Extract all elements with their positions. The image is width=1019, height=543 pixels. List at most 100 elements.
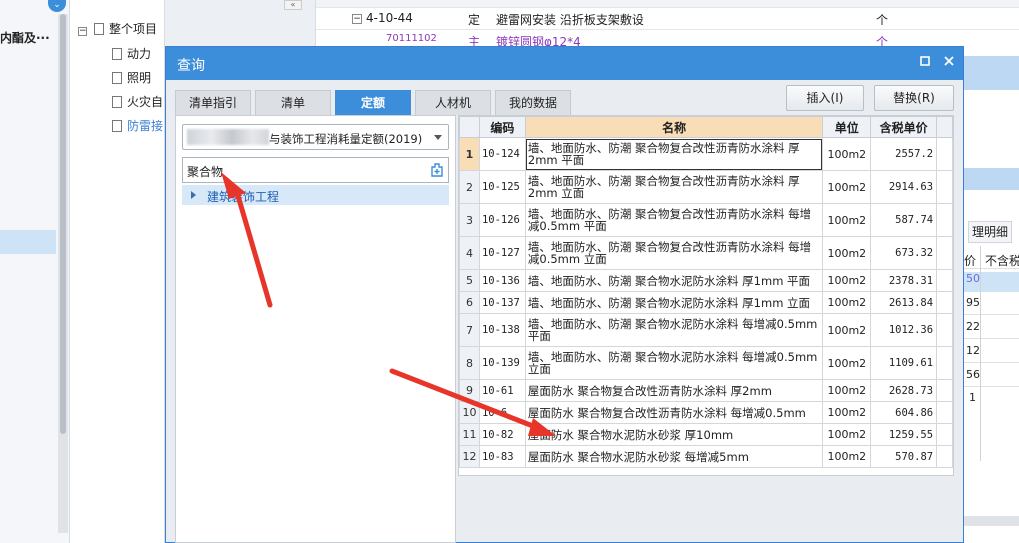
collapse-panel-button[interactable]: « [284, 0, 302, 10]
table-row[interactable]: 7 10-138 墙、地面防水、防潮 聚合物水泥防水涂料 每增减0.5mm 平面 10… [459, 313, 953, 347]
name-cell[interactable]: 墙、地面防水、防潮 聚合物复合改性沥青防水涂料 每增减0.5mm 立面 [524, 236, 824, 270]
chevron-down-icon[interactable] [434, 135, 442, 140]
code-cell[interactable]: 10-127 [478, 236, 526, 270]
row-number-cell[interactable]: 2 [459, 170, 480, 204]
price-cell[interactable]: 673.32 [870, 236, 938, 270]
extra-cell[interactable] [936, 445, 953, 468]
code-cell[interactable]: 10-6 [478, 401, 526, 424]
unit-cell[interactable]: 100m2 [822, 170, 872, 204]
tab-list-guide[interactable]: 清单指引 [175, 90, 251, 115]
extra-cell[interactable] [936, 401, 953, 424]
row-number-cell[interactable]: 7 [459, 313, 480, 347]
search-filter-icon[interactable] [431, 163, 443, 177]
extra-cell[interactable] [936, 313, 953, 347]
table-row[interactable]: 5 10-136 墙、地面防水、防潮 聚合物水泥防水涂料 厚1mm 平面 100m2 2… [459, 269, 953, 292]
table-row[interactable]: 12 10-83 屋面防水 聚合物水泥防水砂浆 每增减5mm 100m2 570.87 [459, 445, 953, 468]
name-cell[interactable]: 屋面防水 聚合物水泥防水砂浆 每增减5mm [524, 445, 824, 468]
code-cell[interactable]: 10-124 [478, 137, 526, 171]
left-pane-scroll-thumb[interactable] [60, 14, 66, 434]
row-number-cell[interactable]: 5 [459, 269, 480, 292]
tab-labor-material-machine[interactable]: 人材机 [415, 90, 491, 115]
replace-button[interactable]: 替换(R) [874, 85, 954, 111]
bg-cell[interactable]: 56 [966, 368, 980, 381]
tree-node-fire[interactable]: 火灾自 [112, 93, 163, 110]
price-cell[interactable]: 2613.84 [870, 291, 938, 314]
price-cell[interactable]: 1259.55 [870, 423, 938, 446]
table-row[interactable]: 2 10-125 墙、地面防水、防潮 聚合物复合改性沥青防水涂料 厚2mm 立面 10… [459, 170, 953, 204]
column-header-code[interactable]: 编码 [478, 116, 526, 138]
name-cell[interactable]: 墙、地面防水、防潮 聚合物复合改性沥青防水涂料 厚2mm 立面 [524, 170, 824, 204]
row-number-cell[interactable]: 8 [459, 346, 480, 380]
code-cell[interactable]: 10-61 [478, 379, 526, 402]
row-number-cell[interactable]: 10 [459, 401, 480, 424]
extra-cell[interactable] [936, 137, 953, 171]
extra-cell[interactable] [936, 291, 953, 314]
table-row[interactable]: 9 10-61 屋面防水 聚合物复合改性沥青防水涂料 厚2mm 100m2 2628.7… [459, 379, 953, 402]
code-cell[interactable]: 10-126 [478, 203, 526, 237]
code-cell[interactable]: 10-136 [478, 269, 526, 292]
row-number-cell[interactable]: 4 [459, 236, 480, 270]
unit-cell[interactable]: 100m2 [822, 236, 872, 270]
price-cell[interactable]: 2378.31 [870, 269, 938, 292]
tab-my-data[interactable]: 我的数据 [495, 90, 571, 115]
code-cell[interactable]: 10-83 [478, 445, 526, 468]
unit-cell[interactable]: 100m2 [822, 203, 872, 237]
table-row[interactable]: 10 10-6 屋面防水 聚合物复合改性沥青防水涂料 每增减0.5mm 100m2 60… [459, 401, 953, 424]
bg-cell[interactable]: 12 [966, 344, 980, 357]
unit-cell[interactable]: 100m2 [822, 423, 872, 446]
collapse-minus-icon[interactable]: − [352, 14, 362, 24]
name-cell[interactable]: 墙、地面防水、防潮 聚合物水泥防水涂料 每增减0.5mm 平面 [524, 313, 824, 347]
bg-cell[interactable]: 95 [966, 296, 980, 309]
name-cell[interactable]: 墙、地面防水、防潮 聚合物水泥防水涂料 厚1mm 平面 [524, 269, 824, 292]
row-number-cell[interactable]: 9 [459, 379, 480, 402]
dialog-titlebar[interactable]: 查询 [166, 47, 963, 80]
bg-grid-row[interactable]: − 4-10-44 定 避雷网安装 沿折板支架敷设 个 [316, 8, 1019, 30]
tree-item-architecture-decoration[interactable]: 建筑装饰工程 [182, 185, 449, 205]
tab-detail[interactable]: 理明细 [968, 221, 1012, 243]
name-cell[interactable]: 墙、地面防水、防潮 聚合物水泥防水涂料 每增减0.5mm 立面 [524, 346, 824, 380]
price-cell[interactable]: 1012.36 [870, 313, 938, 347]
name-cell[interactable]: 墙、地面防水、防潮 聚合物复合改性沥青防水涂料 厚2mm 平面 [524, 137, 824, 171]
column-header-extra[interactable] [936, 116, 953, 138]
extra-cell[interactable] [936, 269, 953, 292]
table-row[interactable]: 4 10-127 墙、地面防水、防潮 聚合物复合改性沥青防水涂料 每增减0.5mm … [459, 236, 953, 270]
row-number-cell[interactable]: 6 [459, 291, 480, 314]
collapse-circle-icon[interactable]: ⌄ [48, 0, 66, 12]
bg-cell[interactable]: 22 [966, 320, 980, 333]
table-row[interactable]: 8 10-139 墙、地面防水、防潮 聚合物水泥防水涂料 每增减0.5mm 立面 10… [459, 346, 953, 380]
tree-root[interactable]: − 整个项目 [78, 20, 157, 37]
collapse-minus-icon[interactable]: − [78, 27, 87, 36]
insert-button[interactable]: 插入(I) [786, 85, 864, 111]
bg-cell[interactable]: 50 [964, 272, 1019, 292]
row-number-cell[interactable]: 11 [459, 423, 480, 446]
tree-node-power[interactable]: 动力 [112, 45, 151, 62]
extra-cell[interactable] [936, 203, 953, 237]
name-cell[interactable]: 屋面防水 聚合物复合改性沥青防水涂料 厚2mm [524, 379, 824, 402]
price-cell[interactable]: 587.74 [870, 203, 938, 237]
bg-cell[interactable]: 1 [969, 391, 976, 404]
unit-cell[interactable]: 100m2 [822, 137, 872, 171]
close-icon[interactable] [942, 55, 956, 69]
expand-arrow-icon[interactable] [191, 191, 196, 199]
price-cell[interactable]: 570.87 [870, 445, 938, 468]
column-header-name[interactable]: 名称 [524, 116, 824, 138]
unit-cell[interactable]: 100m2 [822, 445, 872, 468]
maximize-icon[interactable] [918, 55, 932, 69]
search-input[interactable]: 聚合物 [182, 157, 449, 183]
unit-cell[interactable]: 100m2 [822, 291, 872, 314]
tab-list[interactable]: 清单 [255, 90, 331, 115]
column-header-price[interactable]: 含税单价 [870, 116, 938, 138]
row-number-cell[interactable]: 12 [459, 445, 480, 468]
extra-cell[interactable] [936, 423, 953, 446]
code-cell[interactable]: 10-137 [478, 291, 526, 314]
tree-node-lightning[interactable]: 防雷接 [112, 117, 163, 134]
unit-cell[interactable]: 100m2 [822, 346, 872, 380]
code-cell[interactable]: 10-125 [478, 170, 526, 204]
name-cell[interactable]: 屋面防水 聚合物水泥防水砂浆 厚10mm [524, 423, 824, 446]
library-select[interactable]: 与装饰工程消耗量定额(2019) [182, 124, 449, 150]
table-row[interactable]: 1 10-124 墙、地面防水、防潮 聚合物复合改性沥青防水涂料 厚2mm 平面 10… [459, 137, 953, 171]
bg-hscrollbar[interactable] [964, 516, 1019, 526]
column-header-unit[interactable]: 单位 [822, 116, 872, 138]
table-row[interactable]: 3 10-126 墙、地面防水、防潮 聚合物复合改性沥青防水涂料 每增减0.5mm … [459, 203, 953, 237]
extra-cell[interactable] [936, 170, 953, 204]
